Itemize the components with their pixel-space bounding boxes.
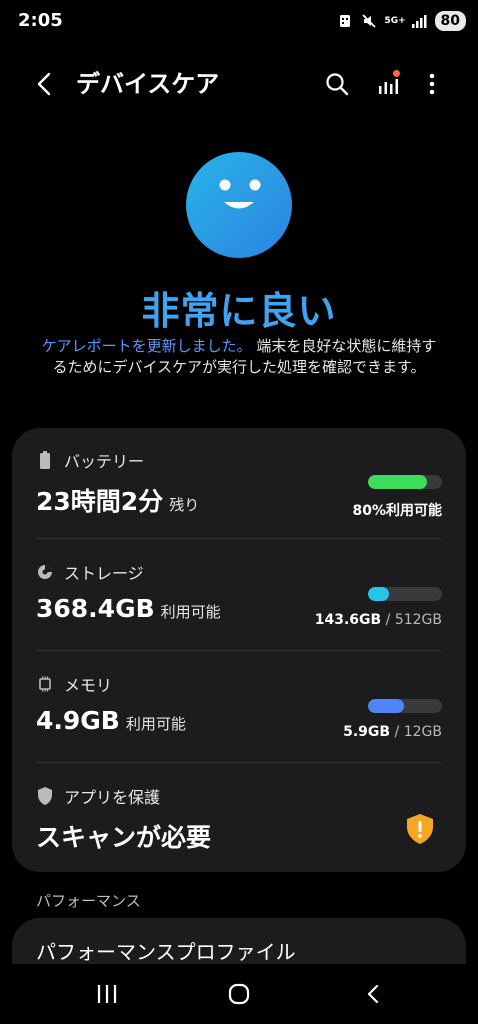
- memory-available: 4.9GB 利用可能: [36, 706, 186, 735]
- battery-progress-bar: [368, 475, 442, 489]
- report-button[interactable]: [372, 68, 404, 100]
- memory-progress-bar: [368, 699, 442, 713]
- protection-header: アプリを保護: [36, 784, 160, 808]
- storage-usage: 143.6GB / 512GB: [314, 612, 442, 628]
- home-button[interactable]: [223, 980, 255, 1008]
- care-report-link[interactable]: ケアレポートを更新しました。: [42, 337, 252, 355]
- memory-value: 4.9GB: [36, 706, 120, 735]
- performance-profile-label: パフォーマンスプロファイル: [36, 940, 296, 964]
- page-title: デバイスケア: [76, 70, 220, 98]
- back-icon: [37, 72, 51, 96]
- storage-section[interactable]: ストレージ 368.4GB 利用可能 143.6GB / 512GB: [12, 540, 466, 652]
- storage-available: 368.4GB 利用可能: [36, 594, 221, 623]
- divider: [36, 650, 442, 651]
- device-status-heading: 非常に良い: [141, 289, 337, 333]
- divider: [36, 538, 442, 539]
- memory-progress-fill: [368, 699, 405, 713]
- report-badge-dot: [393, 70, 400, 77]
- storage-value: 368.4GB: [36, 594, 155, 623]
- memory-usage: 5.9GB / 12GB: [343, 724, 442, 740]
- back-button[interactable]: [28, 68, 60, 100]
- scan-required-text: スキャンが必要: [36, 823, 212, 852]
- smiley-face-icon: [186, 152, 292, 258]
- memory-total: 12GB: [403, 724, 442, 740]
- battery-header: バッテリー: [36, 448, 144, 472]
- app-protection-section[interactable]: アプリを保護 スキャンが必要: [12, 764, 466, 876]
- network-type: 5G+: [384, 15, 406, 26]
- recent-apps-button[interactable]: [91, 980, 123, 1008]
- storage-progress-fill: [368, 587, 389, 601]
- performance-section-header: パフォーマンス: [36, 892, 141, 910]
- battery-icon: [36, 451, 54, 469]
- storage-total: 512GB: [394, 612, 442, 628]
- recent-apps-icon: [97, 985, 117, 1003]
- memory-suffix: 利用可能: [125, 715, 186, 733]
- navigation-bar: [0, 964, 478, 1024]
- app-bar: デバイスケア: [0, 56, 478, 112]
- protection-label: アプリを保護: [64, 788, 161, 807]
- memory-section[interactable]: メモリ 4.9GB 利用可能 5.9GB / 12GB: [12, 652, 466, 764]
- more-options-button[interactable]: [416, 68, 448, 100]
- back-nav-icon: [367, 984, 379, 1004]
- storage-header: ストレージ: [36, 560, 144, 584]
- mute-icon: [361, 13, 377, 29]
- home-icon: [228, 983, 250, 1005]
- shield-icon: [36, 787, 54, 805]
- signal-icon: [411, 13, 427, 29]
- storage-progress-bar: [368, 587, 442, 601]
- storage-pie-icon: [36, 563, 54, 581]
- battery-remaining: 23時間2分 残り: [36, 482, 199, 518]
- search-button[interactable]: [321, 68, 353, 100]
- storage-label: ストレージ: [64, 564, 144, 583]
- battery-available-text: 80%利用可能: [352, 503, 442, 519]
- device-care-card: バッテリー 23時間2分 残り 80%利用可能 ストレージ 368.4GB 利用可能…: [12, 428, 466, 872]
- memory-used: 5.9GB: [343, 724, 391, 740]
- status-description: ケアレポートを更新しました。 端末を良好な状態に維持するためにデバイスケアが実行…: [36, 336, 442, 378]
- battery-label: バッテリー: [64, 452, 145, 471]
- storage-used: 143.6GB: [314, 612, 382, 628]
- memory-label: メモリ: [64, 676, 113, 695]
- battery-section[interactable]: バッテリー 23時間2分 残り 80%利用可能: [12, 428, 466, 540]
- status-icons: 5G+ 80: [337, 10, 466, 32]
- status-time: 2:05: [18, 10, 63, 31]
- memory-chip-icon: [36, 675, 54, 693]
- battery-time: 23時間2分: [36, 487, 164, 516]
- divider: [36, 762, 442, 763]
- status-bar: 2:05 5G+ 80: [0, 0, 478, 40]
- notification-icon: [337, 13, 353, 29]
- warning-shield-icon: [407, 814, 433, 844]
- battery-suffix: 残り: [169, 496, 200, 514]
- more-icon: [429, 73, 435, 95]
- search-icon: [326, 73, 349, 96]
- battery-indicator: 80: [434, 11, 466, 31]
- storage-suffix: 利用可能: [160, 603, 221, 621]
- memory-header: メモリ: [36, 672, 112, 696]
- back-nav-button[interactable]: [357, 980, 389, 1008]
- battery-progress-fill: [368, 475, 428, 489]
